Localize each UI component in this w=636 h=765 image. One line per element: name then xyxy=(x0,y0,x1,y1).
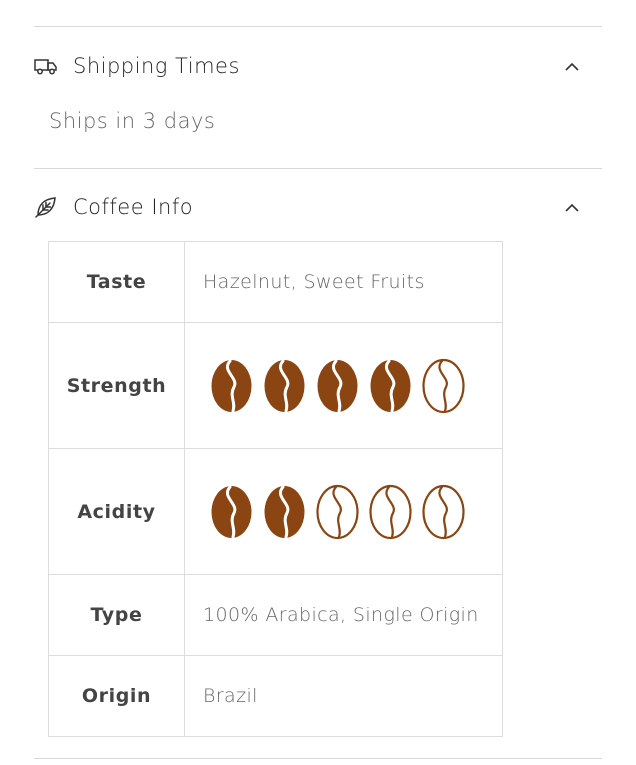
coffee-info-table: Taste Hazelnut, Sweet Fruits Strength Ac… xyxy=(48,241,503,737)
coffee-info-header[interactable]: Coffee Info xyxy=(34,187,602,227)
leaf-icon xyxy=(34,195,58,219)
bean-filled-icon xyxy=(317,359,358,412)
strength-rating xyxy=(203,358,502,414)
type-value: 100% Arabica, Single Origin xyxy=(184,574,503,656)
bean-filled-icon xyxy=(211,359,252,412)
table-row-strength: Strength xyxy=(48,322,503,449)
bean-empty-icon xyxy=(422,484,465,539)
acidity-label: Acidity xyxy=(48,448,185,575)
bean-filled-icon xyxy=(370,359,411,412)
bean-empty-icon xyxy=(316,484,359,539)
table-row-type: Type 100% Arabica, Single Origin xyxy=(48,574,503,656)
coffee-info-title: Coffee Info xyxy=(73,195,194,219)
shipping-times-title: Shipping Times xyxy=(73,54,240,78)
section-divider xyxy=(34,168,602,169)
taste-value: Hazelnut, Sweet Fruits xyxy=(184,241,503,323)
acidity-rating xyxy=(203,484,502,540)
type-label: Type xyxy=(48,574,185,656)
shipping-times-text: Ships in 3 days xyxy=(49,109,216,133)
bean-empty-icon xyxy=(422,358,465,413)
chevron-up-icon[interactable] xyxy=(564,58,580,74)
taste-label: Taste xyxy=(48,241,185,323)
shipping-times-header[interactable]: Shipping Times xyxy=(34,46,602,86)
acidity-value xyxy=(184,448,503,575)
table-row-origin: Origin Brazil xyxy=(48,655,503,737)
strength-value xyxy=(184,322,503,449)
bean-filled-icon xyxy=(264,485,305,538)
bean-empty-icon xyxy=(369,484,412,539)
chevron-up-icon[interactable] xyxy=(564,199,580,215)
origin-value: Brazil xyxy=(184,655,503,737)
bean-filled-icon xyxy=(211,485,252,538)
truck-icon xyxy=(34,54,58,78)
table-row-acidity: Acidity xyxy=(48,448,503,575)
origin-label: Origin xyxy=(48,655,185,737)
bottom-divider xyxy=(34,758,602,759)
top-divider xyxy=(34,26,602,27)
table-row-taste: Taste Hazelnut, Sweet Fruits xyxy=(48,241,503,323)
strength-label: Strength xyxy=(48,322,185,449)
bean-filled-icon xyxy=(264,359,305,412)
